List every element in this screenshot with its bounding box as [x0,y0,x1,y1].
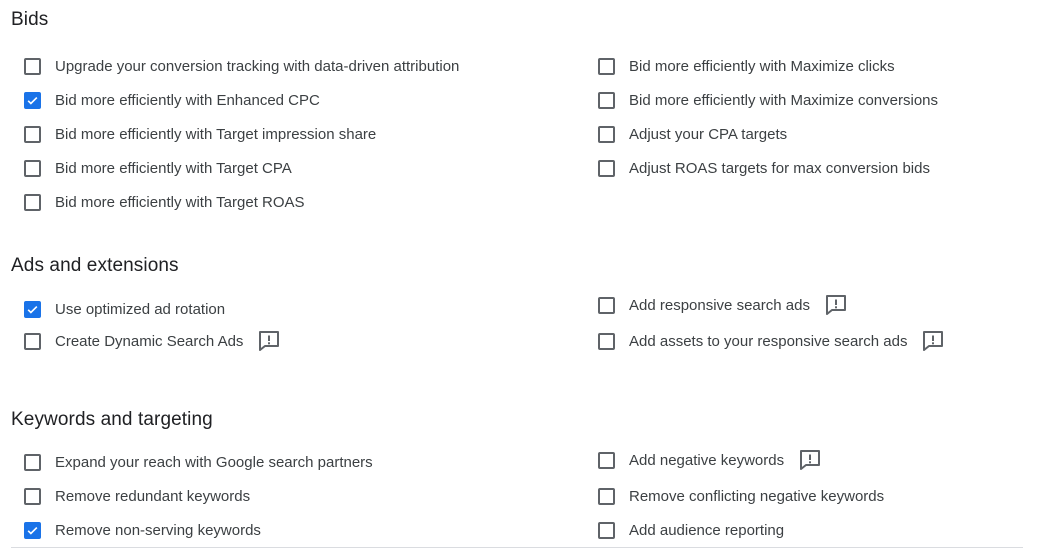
option-optimized-ad-rotation[interactable]: Use optimized ad rotation [24,297,225,321]
option-target-impression-share[interactable]: Bid more efficiently with Target impress… [24,122,376,146]
option-conflicting-negative-keywords[interactable]: Remove conflicting negative keywords [598,484,884,508]
check-icon [27,305,38,314]
option-label: Bid more efficiently with Target CPA [55,159,292,177]
option-non-serving-keywords[interactable]: Remove non-serving keywords [24,518,261,542]
check-icon [27,96,38,105]
bottom-divider [11,547,1023,548]
option-label: Bid more efficiently with Target ROAS [55,193,305,211]
option-label: Bid more efficiently with Target impress… [55,125,377,143]
option-label: Remove conflicting negative keywords [629,487,885,505]
option-label: Add audience reporting [629,521,785,539]
option-label: Remove non-serving keywords [55,521,261,539]
feedback-icon[interactable] [921,329,945,353]
check-icon [27,526,38,535]
option-label: Expand your reach with Google search par… [55,453,373,471]
option-redundant-keywords[interactable]: Remove redundant keywords [24,484,250,508]
checkbox[interactable] [24,125,41,143]
option-responsive-search-ads[interactable]: Add responsive search ads [598,293,848,317]
option-assets-responsive-search-ads[interactable]: Add assets to your responsive search ads [598,329,945,353]
option-target-cpa[interactable]: Bid more efficiently with Target CPA [24,156,292,180]
option-label: Adjust ROAS targets for max conversion b… [629,159,930,177]
option-data-driven-attribution[interactable]: Upgrade your conversion tracking with da… [24,54,459,78]
option-adjust-cpa-targets[interactable]: Adjust your CPA targets [598,122,787,146]
option-target-roas[interactable]: Bid more efficiently with Target ROAS [24,190,305,214]
option-label: Bid more efficiently with Maximize conve… [629,91,939,109]
section-title-ads-and-extensions: Ads and extensions [11,255,179,276]
option-label: Use optimized ad rotation [55,300,226,318]
checkbox[interactable] [598,159,615,177]
option-adjust-roas-targets[interactable]: Adjust ROAS targets for max conversion b… [598,156,930,180]
checkbox[interactable] [24,521,41,539]
option-maximize-clicks[interactable]: Bid more efficiently with Maximize click… [598,54,895,78]
checkbox[interactable] [24,91,41,109]
option-maximize-conversions[interactable]: Bid more efficiently with Maximize conve… [598,88,938,112]
checkbox[interactable] [24,159,41,177]
option-label: Bid more efficiently with Enhanced CPC [55,91,320,109]
feedback-icon[interactable] [824,293,848,317]
checkbox[interactable] [598,487,615,505]
option-label: Upgrade your conversion tracking with da… [55,57,460,75]
option-enhanced-cpc[interactable]: Bid more efficiently with Enhanced CPC [24,88,320,112]
option-label: Remove redundant keywords [55,487,251,505]
option-label: Add responsive search ads [629,296,810,314]
option-search-partners[interactable]: Expand your reach with Google search par… [24,450,373,474]
checkbox[interactable] [24,332,41,350]
checkbox[interactable] [598,91,615,109]
checkbox[interactable] [598,125,615,143]
option-label: Create Dynamic Search Ads [55,332,244,350]
checkbox[interactable] [24,487,41,505]
checkbox[interactable] [24,300,41,318]
option-negative-keywords[interactable]: Add negative keywords [598,448,822,472]
feedback-icon[interactable] [798,448,822,472]
checkbox[interactable] [598,296,615,314]
checkbox[interactable] [24,453,41,471]
option-audience-reporting[interactable]: Add audience reporting [598,518,784,542]
option-label: Add negative keywords [629,451,785,469]
option-label: Adjust your CPA targets [629,125,788,143]
option-dynamic-search-ads[interactable]: Create Dynamic Search Ads [24,329,281,353]
checkbox[interactable] [598,521,615,539]
section-title-bids: Bids [11,9,49,30]
section-title-keywords-and-targeting: Keywords and targeting [11,409,213,430]
feedback-icon[interactable] [257,329,281,353]
checkbox[interactable] [598,57,615,75]
checkbox[interactable] [24,57,41,75]
checkbox[interactable] [24,193,41,211]
option-label: Add assets to your responsive search ads [629,332,908,350]
checkbox[interactable] [598,332,615,350]
checkbox[interactable] [598,451,615,469]
option-label: Bid more efficiently with Maximize click… [629,57,895,75]
